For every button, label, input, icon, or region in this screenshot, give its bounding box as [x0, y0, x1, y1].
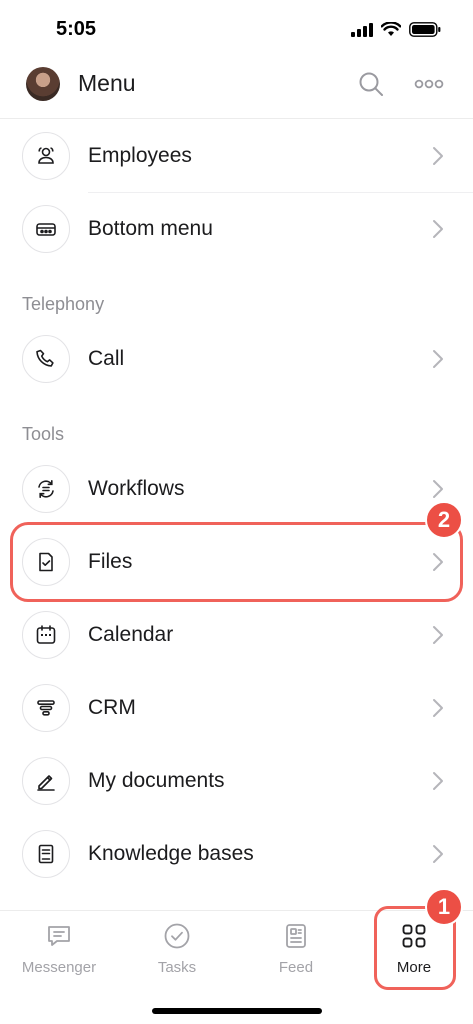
home-indicator: [152, 1008, 322, 1014]
menu-item-my-documents[interactable]: My documents: [0, 745, 473, 817]
menu-item-label: Calendar: [88, 623, 174, 646]
tab-label: Feed: [278, 959, 314, 976]
check-circle-icon: [164, 923, 190, 949]
status-icons: [351, 22, 441, 37]
crm-funnel-icon: [22, 684, 70, 732]
avatar[interactable]: [26, 67, 60, 101]
book-icon: [22, 830, 70, 878]
status-bar: 5:05: [0, 0, 473, 60]
page-title: Menu: [78, 70, 136, 96]
status-time: 5:05: [56, 18, 97, 40]
menu-item-label: CRM: [88, 696, 136, 719]
header-divider: [0, 118, 473, 119]
menu-item-calendar[interactable]: Calendar: [0, 599, 473, 671]
menu-item-call[interactable]: Call: [0, 323, 473, 395]
chevron-right-icon: [433, 480, 443, 498]
tab-messenger[interactable]: Messenger: [4, 921, 114, 991]
menu-item-label: Bottom menu: [88, 217, 213, 240]
header: Menu: [0, 60, 473, 110]
chevron-right-icon: [433, 845, 443, 863]
menu-item-label: My documents: [88, 769, 225, 792]
phone-icon: [22, 335, 70, 383]
menu-item-workflows[interactable]: Workflows: [0, 453, 473, 525]
pen-document-icon: [22, 757, 70, 805]
app-screen: 5:05 Menu Employees Bottom menu Telephon…: [0, 0, 473, 1024]
step-badge-1: 1: [425, 888, 463, 926]
menu-item-label: Knowledge bases: [88, 842, 254, 865]
battery-icon: [409, 22, 441, 37]
cellular-signal-icon: [351, 22, 373, 37]
tab-label: Tasks: [157, 959, 197, 976]
tab-label: Messenger: [21, 959, 97, 976]
menu-item-employees[interactable]: Employees: [0, 120, 473, 193]
menu-item-label: Workflows: [88, 477, 185, 500]
tab-tasks[interactable]: Tasks: [122, 921, 232, 991]
files-highlight-outline: [10, 522, 463, 602]
employees-icon: [22, 132, 70, 180]
calendar-icon: [22, 611, 70, 659]
chat-icon: [48, 926, 70, 946]
section-header-telephony: Telephony: [22, 294, 105, 314]
menu-item-knowledge-bases[interactable]: Knowledge bases: [0, 818, 473, 890]
section-header-tools: Tools: [22, 424, 65, 444]
chevron-right-icon: [433, 626, 443, 644]
tab-feed[interactable]: Feed: [241, 921, 351, 991]
menu-item-bottom-menu[interactable]: Bottom menu: [0, 193, 473, 265]
chevron-right-icon: [433, 772, 443, 790]
workflows-icon: [22, 465, 70, 513]
chevron-right-icon: [433, 699, 443, 717]
wifi-icon: [381, 22, 401, 36]
search-icon[interactable]: [357, 70, 385, 98]
feed-icon: [286, 924, 306, 948]
bottom-menu-icon: [22, 205, 70, 253]
chevron-right-icon: [433, 220, 443, 238]
menu-item-label: Employees: [88, 144, 192, 167]
chevron-right-icon: [433, 350, 443, 368]
menu-item-label: Call: [88, 347, 125, 370]
more-options-icon[interactable]: [414, 74, 444, 94]
menu-item-crm[interactable]: CRM: [0, 672, 473, 744]
step-badge-2: 2: [425, 501, 463, 539]
chevron-right-icon: [433, 147, 443, 165]
